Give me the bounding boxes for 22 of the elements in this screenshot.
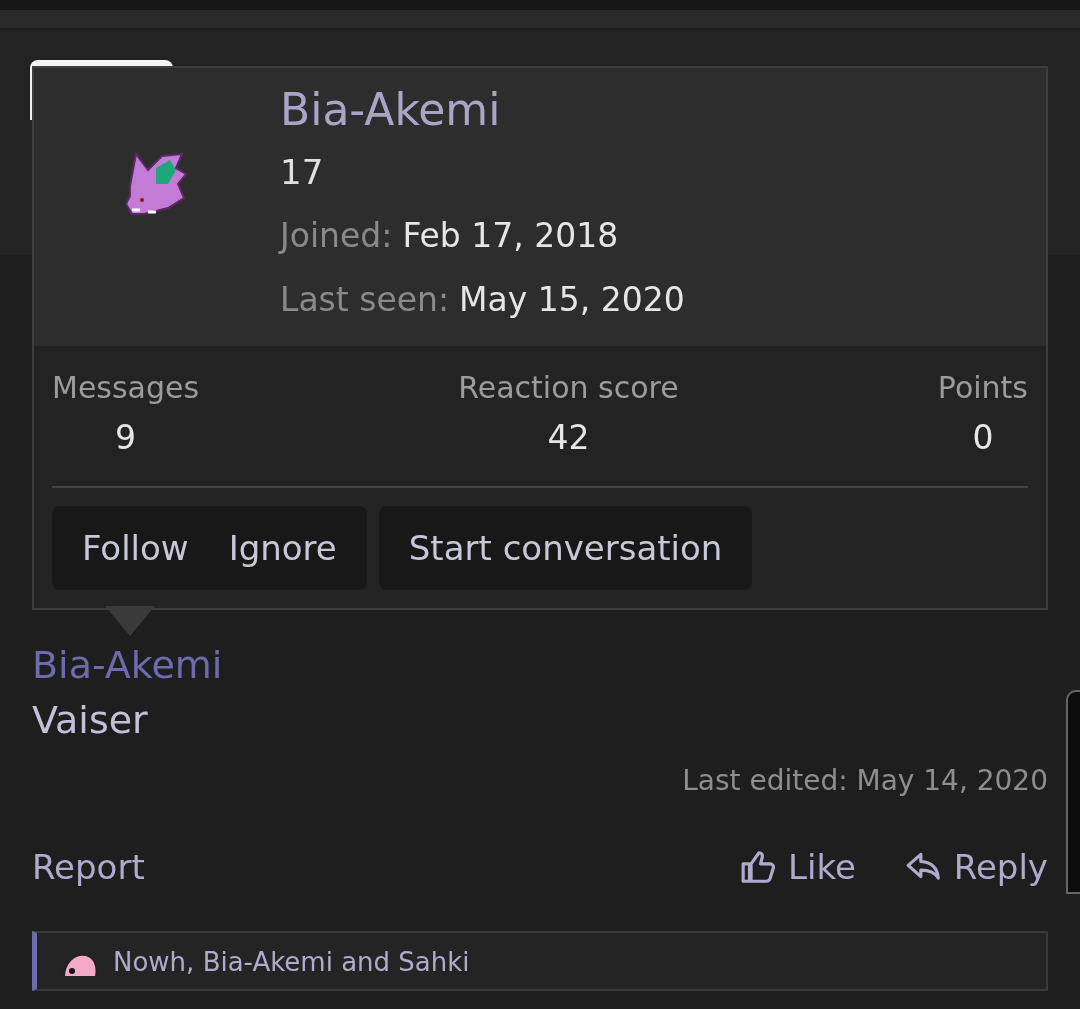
- username-link[interactable]: Bia-Akemi: [280, 80, 501, 140]
- detail-label: Joined:: [280, 216, 393, 255]
- report-link[interactable]: Report: [32, 847, 145, 887]
- stat-value: 9: [115, 417, 137, 459]
- detail-value: Feb 17, 2018: [402, 216, 619, 255]
- follow-ignore-button[interactable]: Follow: [62, 506, 209, 590]
- stat-label: Messages: [52, 369, 200, 407]
- stat-value: 42: [547, 417, 590, 459]
- start-conversation-button[interactable]: Start conversation: [378, 506, 753, 590]
- stat-label: Reaction score: [458, 369, 679, 407]
- stat-label: Points: [937, 369, 1028, 407]
- user-title: 17: [280, 151, 325, 194]
- reply-link[interactable]: Reply: [903, 847, 1048, 887]
- reactions-text: Nowh, Bia-Akemi and Sahki: [113, 947, 470, 977]
- last-edited-text: Last edited: May 14, 2020: [682, 764, 1048, 797]
- like-link[interactable]: Like: [740, 847, 856, 887]
- detail-value: May 15, 2020: [459, 280, 685, 319]
- follow-ignore-button[interactable]: Ignore: [208, 506, 357, 590]
- post-text: Vaiser: [32, 697, 149, 744]
- detail-label: Last seen:: [280, 280, 450, 319]
- stat-value: 0: [972, 417, 994, 459]
- reactions-bar[interactable]: Nowh, Bia-Akemi and Sahki: [32, 931, 1048, 991]
